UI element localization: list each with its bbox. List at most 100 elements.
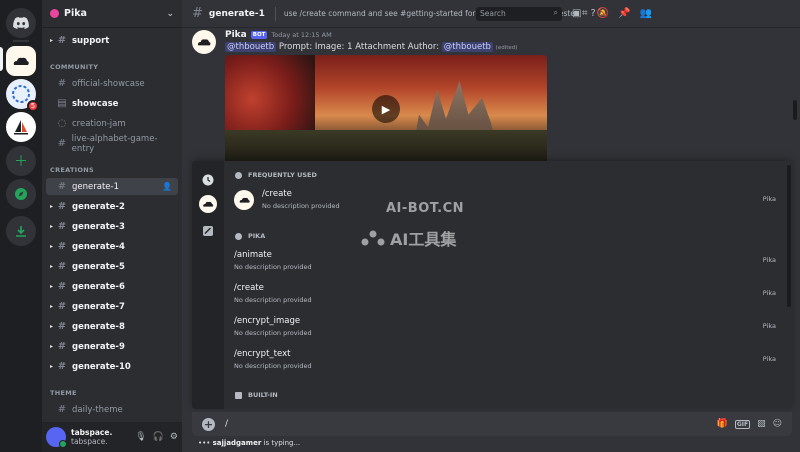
channel-creation-jam[interactable]: ◌ creation-jam: [46, 115, 178, 132]
bot-tag: BOT: [250, 31, 268, 39]
member-list-icon[interactable]: 👥: [639, 8, 651, 19]
pin-icon[interactable]: 📌: [618, 8, 630, 19]
message-timestamp: Today at 12:15 AM: [271, 31, 332, 39]
add-server-icon[interactable]: ＋: [6, 146, 36, 176]
notification-mute-icon[interactable]: 🔕: [597, 8, 609, 19]
chevron-down-icon[interactable]: ⌄: [166, 9, 174, 19]
section-label: BUILT-IN: [248, 391, 278, 399]
inbox-icon[interactable]: ▣: [572, 8, 581, 19]
sailboat-server-icon[interactable]: [6, 112, 36, 142]
command-item-create[interactable]: /create No description provided Pika: [232, 280, 782, 312]
hash-icon: #: [57, 281, 67, 292]
command-description: No description provided: [262, 202, 340, 210]
typing-indicator: ••• sajjadgamer is typing...: [198, 439, 300, 447]
play-icon[interactable]: ▶: [372, 95, 400, 123]
guild-name: Pika: [64, 8, 87, 19]
download-icon[interactable]: [6, 216, 36, 246]
hash-icon: #: [57, 138, 66, 149]
guild-header[interactable]: Pika ⌄: [42, 0, 182, 28]
section-label: PIKA: [248, 232, 266, 240]
channel-generate-8[interactable]: ▸ # generate-8: [46, 318, 178, 335]
category-theme[interactable]: THEME: [50, 389, 77, 397]
search-placeholder: Search: [480, 9, 506, 18]
forum-icon: ◌: [57, 118, 67, 129]
header-divider: [274, 6, 276, 21]
command-item-encrypt-image[interactable]: /encrypt_image No description provided P…: [232, 313, 782, 345]
channel-generate-3[interactable]: ▸ # generate-3: [46, 218, 178, 235]
add-member-icon[interactable]: 👤: [162, 182, 172, 191]
search-input[interactable]: Search ⌕: [476, 7, 562, 21]
discord-home-icon[interactable]: [6, 8, 36, 38]
gif-button[interactable]: GIF: [734, 419, 751, 429]
channel-generate-2[interactable]: ▸ # generate-2: [46, 198, 178, 215]
pika-app-icon: [234, 190, 254, 210]
popup-scrollbar[interactable]: [787, 165, 791, 307]
builtin-commands-icon[interactable]: [200, 223, 216, 239]
channel-generate-5[interactable]: ▸ # generate-5: [46, 258, 178, 275]
channel-label: generate-9: [72, 341, 125, 352]
command-source: Pika: [762, 322, 776, 330]
command-source: Pika: [762, 195, 776, 203]
user-display-name: tabspace.: [71, 428, 113, 437]
command-item-animate[interactable]: /animate No description provided Pika: [232, 247, 782, 279]
hash-icon: #: [57, 404, 67, 415]
hash-icon: #: [57, 78, 67, 89]
pika-server-icon[interactable]: [6, 46, 36, 76]
channel-generate-1[interactable]: # generate-1 👤: [46, 178, 178, 195]
channel-label: generate-3: [72, 221, 125, 232]
chat-scrollbar[interactable]: [793, 100, 797, 120]
sticker-icon[interactable]: ▧: [757, 419, 766, 429]
slash-command-picker: FREQUENTLY USED /create No description p…: [192, 161, 792, 409]
headphones-icon[interactable]: 🎧: [153, 432, 164, 442]
help-icon[interactable]: ?: [590, 8, 595, 19]
user-mention[interactable]: @thbouetb: [441, 42, 493, 52]
user-username: tabspace.: [71, 437, 108, 446]
command-name: /animate: [234, 250, 272, 260]
watermark-logo: AI工具集: [360, 226, 456, 250]
command-item-encrypt-text[interactable]: /encrypt_text No description provided Pi…: [232, 346, 782, 378]
message-author[interactable]: Pika: [225, 30, 247, 40]
command-source: Pika: [762, 355, 776, 363]
user-mention[interactable]: @thbouetb: [225, 42, 277, 52]
bot-avatar[interactable]: [192, 30, 216, 54]
hash-icon: #: [57, 201, 67, 212]
channel-support[interactable]: ▸ # support: [46, 32, 178, 49]
user-panel: tabspace. tabspace. 🎙 🎧 ⚙: [42, 422, 182, 452]
channel-label: generate-8: [72, 321, 125, 332]
mute-mic-icon[interactable]: 🎙: [135, 432, 146, 442]
spiral-server-icon[interactable]: 5: [6, 79, 39, 112]
channel-label: showcase: [72, 98, 119, 109]
explore-icon[interactable]: [6, 179, 36, 209]
video-attachment[interactable]: ▶: [225, 55, 547, 165]
channel-live-alphabet-game-entry[interactable]: # live-alphabet-game-entry: [46, 134, 178, 154]
composer-input[interactable]: /: [225, 419, 228, 429]
avatar[interactable]: [46, 427, 67, 448]
channel-label: daily-theme: [72, 404, 123, 415]
gear-icon[interactable]: ⚙: [170, 432, 178, 442]
channel-generate-10[interactable]: ▸ # generate-10: [46, 358, 178, 375]
channel-generate-9[interactable]: ▸ # generate-9: [46, 338, 178, 355]
gift-icon[interactable]: 🎁: [717, 419, 728, 429]
hash-icon: #: [57, 361, 67, 372]
message-text: Prompt: Image: 1 Attachment Author:: [276, 42, 442, 52]
channel-daily-theme[interactable]: # daily-theme: [46, 401, 178, 418]
watermark-label: AI工具集: [390, 230, 457, 249]
pika-app-icon[interactable]: [199, 195, 217, 213]
hash-icon: #: [57, 221, 67, 232]
channel-generate-7[interactable]: ▸ # generate-7: [46, 298, 178, 315]
section-label: FREQUENTLY USED: [248, 171, 317, 179]
channel-showcase[interactable]: ▤ showcase: [46, 95, 178, 112]
hash-icon: #: [57, 341, 67, 352]
category-community[interactable]: COMMUNITY: [50, 63, 98, 71]
category-creations[interactable]: CREATIONS: [50, 166, 94, 174]
command-item-create-frequent[interactable]: /create No description provided Pika: [232, 186, 782, 218]
attach-plus-icon[interactable]: +: [202, 417, 215, 431]
clock-icon[interactable]: [200, 172, 216, 188]
emoji-icon[interactable]: ☺: [773, 419, 782, 429]
channel-sidebar: Pika ⌄ ▸ # support COMMUNITY # official-…: [42, 0, 182, 452]
channel-official-showcase[interactable]: # official-showcase: [46, 75, 178, 92]
channel-generate-6[interactable]: ▸ # generate-6: [46, 278, 178, 295]
channel-generate-4[interactable]: ▸ # generate-4: [46, 238, 178, 255]
message-composer[interactable]: + / 🎁 GIF ▧ ☺: [192, 412, 792, 436]
typing-user: sajjadgamer: [212, 439, 262, 447]
